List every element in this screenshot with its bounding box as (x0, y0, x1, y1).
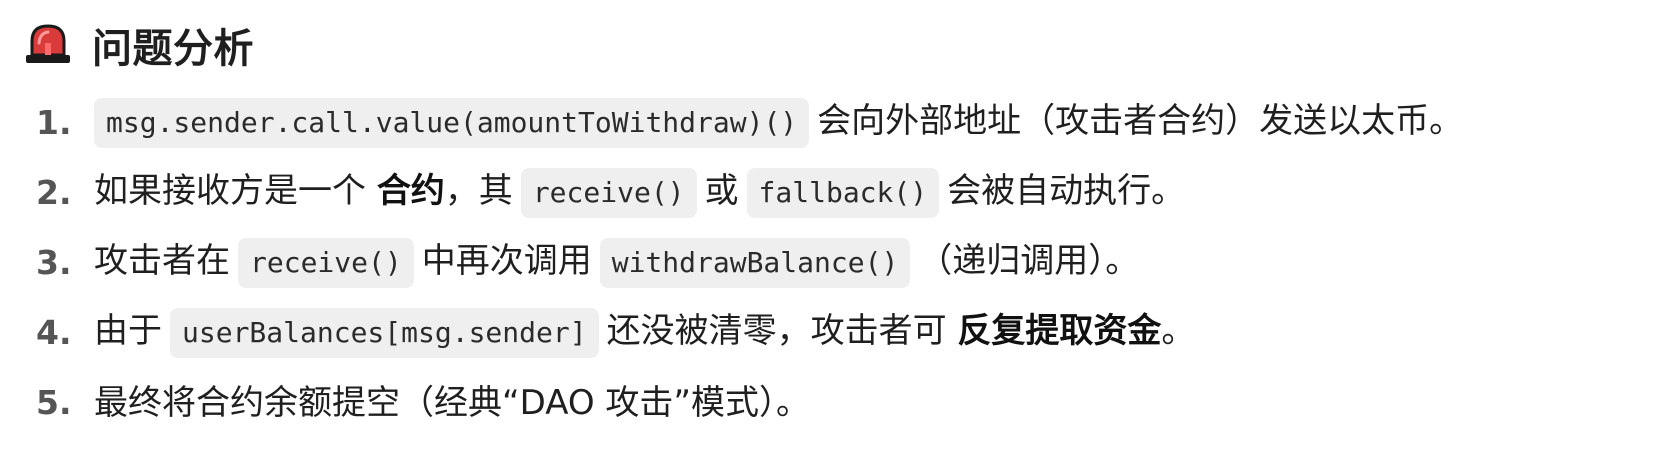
item-text: 会被自动执行。 (947, 171, 1186, 212)
inline-code: fallback() (746, 168, 940, 218)
analysis-list: 1. msg.sender.call.value(amountToWithdra… (24, 88, 1676, 438)
item-text: 攻击者在 (94, 241, 230, 282)
inline-code: withdrawBalance() (599, 238, 911, 288)
item-text: ，其 (444, 171, 513, 212)
inline-code: receive() (520, 168, 697, 218)
bold-text: 反复提取资金 (957, 311, 1162, 352)
list-item: 5. 最终将合约余额提空（经典“DAO 攻击”模式）。 (24, 368, 1676, 438)
list-item: 2. 如果接收方是一个 合约，其 receive() 或 fallback() 会被自动… (24, 158, 1676, 228)
inline-code: receive() (238, 238, 414, 288)
item-text: 中再次调用 (421, 241, 592, 282)
list-item-content: 攻击者在 receive() 中再次调用 withdrawBalance() （递归调用… (94, 238, 1139, 288)
list-item-content: msg.sender.call.value(amountToWithdraw)(… (94, 98, 1463, 148)
item-text: （递归调用）。 (918, 241, 1140, 282)
item-text: 最终将合约余额提空（经典“DAO 攻击”模式）。 (94, 382, 811, 423)
bold-text: 合约 (376, 171, 445, 212)
item-text: 或 (704, 171, 739, 212)
item-text: 如果接收方是一个 (94, 171, 377, 212)
list-item: 1. msg.sender.call.value(amountToWithdra… (24, 88, 1676, 158)
section-title: 问题分析 (92, 26, 254, 72)
item-text: 由于 (94, 311, 162, 352)
list-number: 4. (36, 313, 72, 353)
inline-code: msg.sender.call.value(amountToWithdraw)(… (94, 98, 810, 148)
list-number: 2. (36, 173, 72, 213)
list-item-content: 由于 userBalances[msg.sender] 还没被清零，攻击者可 反复提… (94, 308, 1195, 358)
item-text: 。 (1161, 311, 1196, 352)
analysis-section: 问题分析 1. msg.sender.call.value(amountToWi… (0, 0, 1676, 467)
list-item-content: 如果接收方是一个 合约，其 receive() 或 fallback() 会被自动执行。 (94, 168, 1185, 218)
list-number: 5. (36, 383, 72, 423)
list-item: 3. 攻击者在 receive() 中再次调用 withdrawBalance() （递… (24, 228, 1676, 298)
list-number: 3. (36, 243, 72, 283)
list-number: 1. (36, 103, 72, 143)
list-item-content: 最终将合约余额提空（经典“DAO 攻击”模式）。 (94, 383, 810, 424)
inline-code: userBalances[msg.sender] (170, 308, 599, 358)
siren-icon (26, 24, 70, 63)
item-text: 会向外部地址（攻击者合约）发送以太币。 (817, 101, 1464, 142)
list-item: 4. 由于 userBalances[msg.sender] 还没被清零，攻击者可 … (24, 298, 1676, 368)
item-text: 还没被清零，攻击者可 (606, 311, 958, 352)
section-heading: 问题分析 (24, 10, 1676, 80)
